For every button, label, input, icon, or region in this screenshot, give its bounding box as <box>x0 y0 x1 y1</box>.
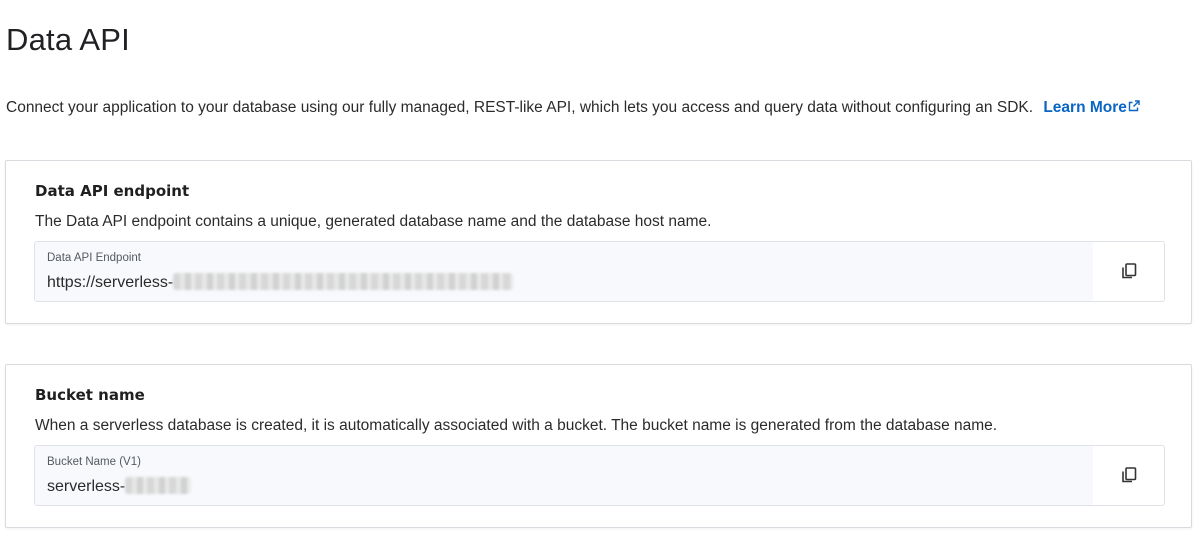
redacted-value <box>173 273 514 290</box>
copy-bucket-button[interactable] <box>1118 465 1140 487</box>
bucket-card-title: Bucket name <box>35 386 145 404</box>
external-link-icon <box>1128 100 1140 112</box>
learn-more-link[interactable]: Learn More <box>1043 99 1140 116</box>
copy-endpoint-button[interactable] <box>1118 261 1140 283</box>
page-title: Data API <box>6 22 130 57</box>
copy-icon <box>1122 466 1137 482</box>
field-background <box>35 242 1093 301</box>
learn-more-label: Learn More <box>1043 99 1127 116</box>
copy-icon <box>1122 262 1137 278</box>
endpoint-card-title: Data API endpoint <box>35 182 190 200</box>
redacted-value <box>125 477 192 494</box>
intro-text: Connect your application to your databas… <box>6 99 1140 117</box>
endpoint-value-prefix: https://serverless- <box>47 274 174 291</box>
bucket-field-value[interactable]: serverless- <box>47 477 192 496</box>
data-api-endpoint-field[interactable]: Data API Endpoint https://serverless- <box>34 241 1165 302</box>
bucket-card-description: When a serverless database is created, i… <box>35 417 998 434</box>
endpoint-card-description: The Data API endpoint contains a unique,… <box>35 213 712 230</box>
field-background <box>35 446 1093 505</box>
data-api-endpoint-card: Data API endpoint The Data API endpoint … <box>5 160 1192 324</box>
bucket-field-label: Bucket Name (V1) <box>47 456 141 468</box>
intro-description: Connect your application to your databas… <box>6 99 1034 116</box>
bucket-name-card: Bucket name When a serverless database i… <box>5 364 1192 528</box>
bucket-value-prefix: serverless- <box>47 478 126 495</box>
endpoint-field-value[interactable]: https://serverless- <box>47 273 514 292</box>
bucket-name-field[interactable]: Bucket Name (V1) serverless- <box>34 445 1165 506</box>
endpoint-field-label: Data API Endpoint <box>47 252 141 264</box>
